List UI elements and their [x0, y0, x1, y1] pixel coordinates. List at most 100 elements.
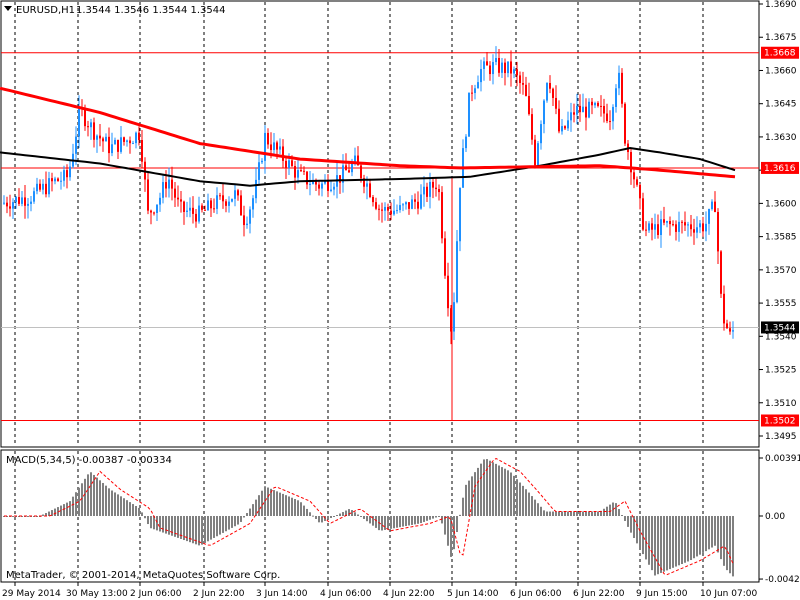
candle-bear — [591, 101, 593, 106]
macd-bar — [711, 516, 713, 548]
price-tick-label: 1.3510 — [765, 399, 797, 409]
price-tick-label: 1.3675 — [765, 33, 797, 43]
price-tick-label: 1.3600 — [765, 199, 797, 209]
macd-bar — [222, 516, 224, 533]
macd-bar — [564, 511, 566, 516]
macd-bar — [342, 512, 344, 516]
macd-bar — [525, 489, 527, 516]
price-tick-label: 1.3690 — [765, 0, 797, 10]
macd-bar — [12, 516, 14, 517]
macd-tick-label: -0.00424 — [765, 575, 800, 585]
macd-bar — [456, 516, 458, 533]
candle-bear — [210, 200, 212, 209]
candle-bear — [486, 61, 488, 66]
candle-bear — [222, 195, 224, 202]
candle-bull — [456, 241, 458, 303]
macd-tick-label: 0.00 — [765, 512, 785, 522]
candle-bull — [252, 198, 254, 210]
candle-bear — [717, 211, 719, 252]
candle-bear — [525, 84, 527, 96]
candle-bear — [528, 95, 530, 115]
macd-bar — [231, 516, 233, 528]
macd-bar — [108, 488, 110, 516]
price-tick-label: 1.3525 — [765, 366, 797, 376]
macd-bar — [546, 511, 548, 516]
candle-bear — [93, 122, 95, 140]
macd-bar — [474, 472, 476, 516]
candle-bull — [588, 101, 590, 118]
macd-bar — [198, 516, 200, 546]
macd-bar — [618, 509, 620, 516]
candle-bear — [243, 215, 245, 226]
macd-bar — [321, 516, 323, 523]
candle-bear — [531, 114, 533, 140]
candle-bear — [552, 88, 554, 98]
macd-bar — [429, 516, 431, 520]
candle-bull — [162, 182, 164, 198]
macd-label: MACD(5,34,5) -0.00387 -0.00334 — [6, 455, 172, 466]
candle-bear — [99, 135, 101, 139]
candle-bear — [378, 208, 380, 210]
macd-bar — [576, 511, 578, 516]
macd-bar — [237, 516, 239, 525]
candle-bear — [270, 144, 272, 151]
candle-bull — [561, 126, 563, 132]
candle-bull — [483, 61, 485, 70]
candle-bull — [27, 203, 29, 206]
candle-bear — [225, 201, 227, 206]
candle-bear — [174, 188, 176, 198]
macd-bar — [684, 516, 686, 563]
time-tick-label: 6 Jun 06:00 — [510, 589, 562, 599]
candle-bull — [492, 62, 494, 75]
macd-bar — [216, 516, 218, 537]
macd-bar — [219, 516, 221, 535]
candle-bear — [219, 195, 221, 197]
candle-bear — [153, 212, 155, 214]
candle-bull — [477, 82, 479, 89]
macd-bar — [720, 516, 722, 560]
chart-canvas[interactable]: 1.36901.36751.36601.36451.36301.36151.36… — [0, 0, 800, 600]
candle-bull — [246, 223, 248, 226]
candle-bear — [195, 213, 197, 222]
macd-bar — [531, 496, 533, 516]
macd-bar — [165, 516, 167, 534]
macd-bar — [339, 513, 341, 516]
macd-bar — [312, 515, 314, 517]
macd-bar — [528, 492, 530, 516]
time-tick-label: 6 Jun 22:00 — [573, 589, 625, 599]
macd-bar — [201, 516, 203, 545]
candle-bull — [666, 221, 668, 223]
candle-bear — [171, 179, 173, 189]
macd-bar — [702, 516, 704, 553]
candle-bear — [726, 323, 728, 329]
macd-bar — [69, 501, 71, 516]
macd-bar — [102, 482, 104, 516]
candle-bull — [69, 166, 71, 178]
macd-bar — [624, 516, 626, 521]
candle-bull — [393, 210, 395, 215]
candle-bear — [318, 184, 320, 189]
candle-bear — [729, 328, 731, 332]
candle-bear — [369, 183, 371, 198]
macd-bar — [315, 516, 317, 519]
candle-bull — [321, 183, 323, 189]
macd-bar — [114, 492, 116, 516]
price-panel[interactable] — [0, 0, 760, 448]
candle-bear — [339, 175, 341, 183]
macd-bar — [384, 516, 386, 530]
macd-bar — [621, 515, 623, 517]
candle-bull — [48, 178, 50, 195]
candle-bear — [39, 183, 41, 190]
macd-bar — [579, 511, 581, 516]
candle-bear — [504, 62, 506, 74]
candle-bear — [6, 202, 8, 207]
candle-bull — [468, 92, 470, 137]
macd-bar — [363, 516, 365, 519]
candle-bear — [471, 92, 473, 94]
macd-bar — [360, 516, 362, 517]
candle-bull — [231, 198, 233, 202]
macd-bar — [480, 463, 482, 516]
macd-bar — [681, 516, 683, 565]
candle-bull — [309, 183, 311, 185]
time-axis: 29 May 2014 30 May 13:00 2 Jun 06:00 2 Jun … — [2, 582, 757, 599]
